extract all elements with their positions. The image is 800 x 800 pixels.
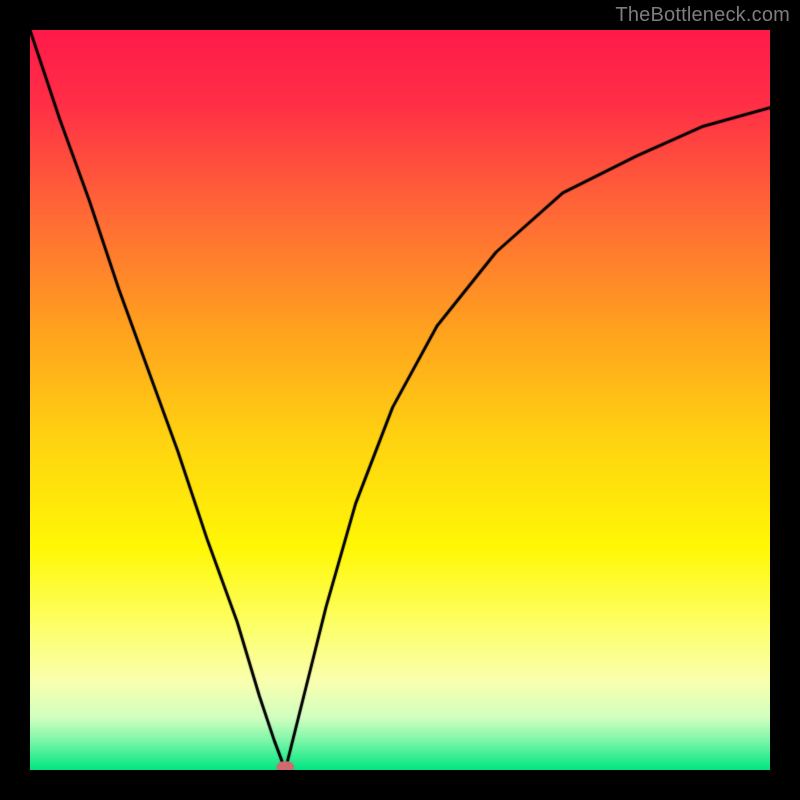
chart-frame: TheBottleneck.com: [0, 0, 800, 800]
bottleneck-curve-canvas: [30, 30, 770, 770]
plot-area: [30, 30, 770, 770]
watermark-label: TheBottleneck.com: [615, 4, 790, 27]
